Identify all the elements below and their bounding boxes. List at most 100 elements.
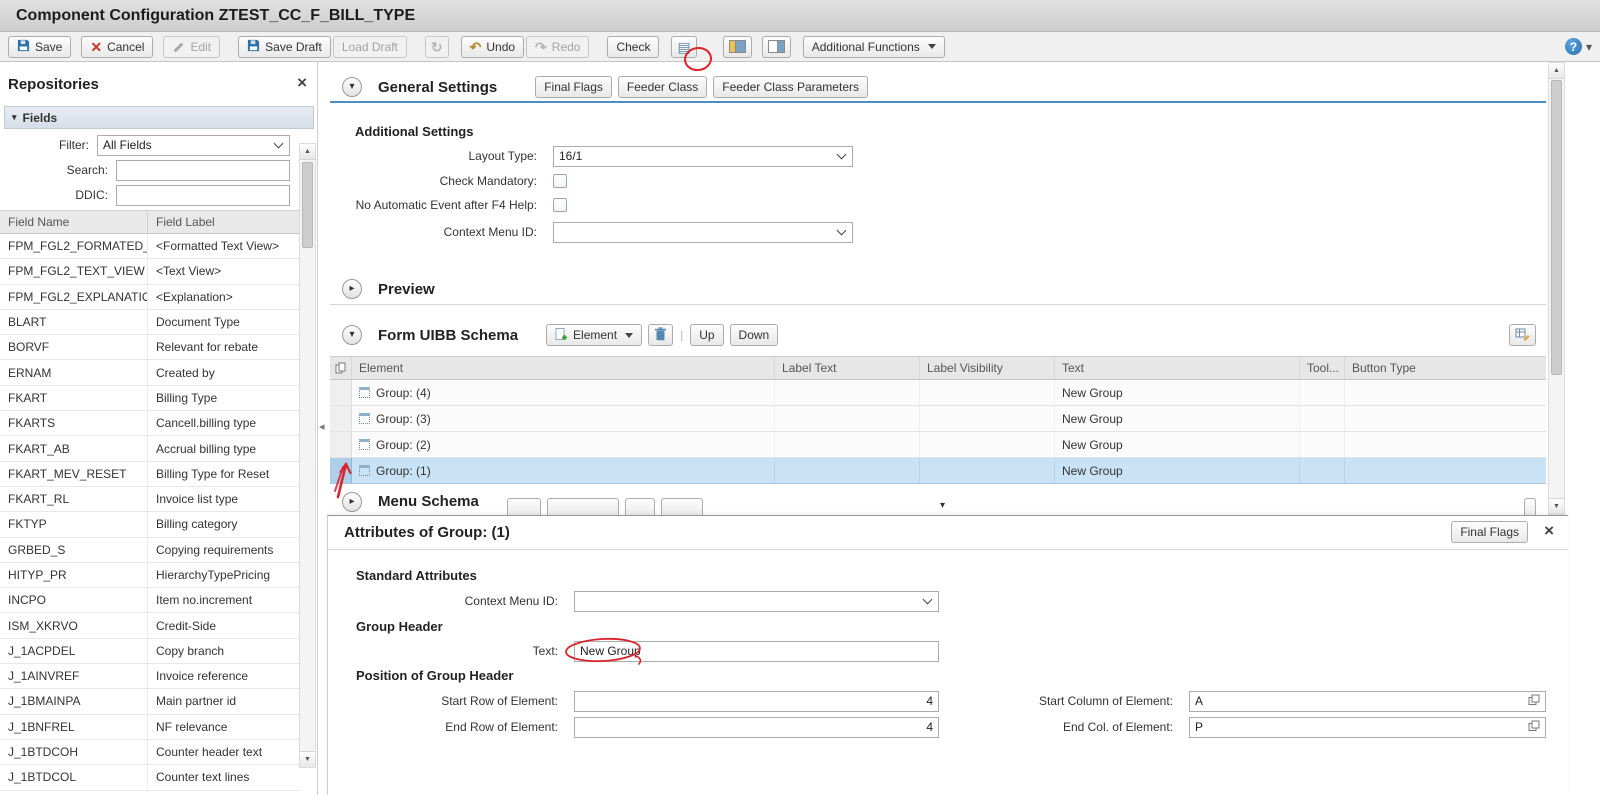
general-settings-toggle[interactable] <box>342 77 362 97</box>
row-selector-cell[interactable] <box>330 432 352 457</box>
end-col-input[interactable]: P <box>1189 717 1546 738</box>
check-mandatory-checkbox[interactable] <box>553 174 567 188</box>
preview-toggle[interactable] <box>342 279 362 299</box>
final-flags-button[interactable]: Final Flags <box>535 76 612 98</box>
check-button[interactable]: Check <box>607 36 659 58</box>
group-text-input[interactable] <box>574 641 939 662</box>
scroll-up-icon[interactable]: ▲ <box>1549 63 1564 79</box>
save-draft-button[interactable]: Save Draft <box>238 36 331 58</box>
main-scrollbar[interactable]: ▲ ▼ <box>1548 62 1565 515</box>
scrollbar-thumb[interactable] <box>302 162 313 248</box>
page-title: Component Configuration ZTEST_CC_F_BILL_… <box>16 7 415 25</box>
menu-schema-button[interactable] <box>661 498 703 516</box>
repo-table-row[interactable]: J_1BTDCOLCounter text lines <box>0 765 300 790</box>
search-input[interactable] <box>116 160 290 181</box>
table-view-button[interactable] <box>671 36 696 58</box>
repo-table-row[interactable]: BLARTDocument Type <box>0 310 300 335</box>
refresh-button[interactable] <box>425 36 449 58</box>
feeder-class-parameters-button[interactable]: Feeder Class Parameters <box>713 76 868 98</box>
final-flags-button[interactable]: Final Flags <box>1451 521 1528 543</box>
row-selector-cell[interactable] <box>330 406 352 431</box>
ddic-input[interactable] <box>116 185 290 206</box>
repo-table-row[interactable]: ERNAMCreated by <box>0 360 300 385</box>
value-help-icon[interactable] <box>1528 694 1540 709</box>
repo-table-row[interactable]: J_1ACPDELCopy branch <box>0 639 300 664</box>
redo-button[interactable]: Redo <box>526 36 589 58</box>
start-col-input[interactable]: A <box>1189 691 1546 712</box>
help-menu-chevron-icon[interactable] <box>1586 41 1592 53</box>
scrollbar-thumb[interactable] <box>1551 80 1562 375</box>
filter-dropdown[interactable]: All Fields <box>97 135 290 156</box>
repo-table-row[interactable]: ISM_XKRVOCredit-Side <box>0 613 300 638</box>
additional-functions-button[interactable]: Additional Functions <box>803 36 945 58</box>
repo-table-row[interactable]: FPM_FGL2_FORMATED_...<Formatted Text Vie… <box>0 234 300 259</box>
repo-table-row[interactable]: J_1BNFRELNF relevance <box>0 715 300 740</box>
help-button[interactable]: ? <box>1565 38 1582 55</box>
menu-schema-button[interactable] <box>507 498 541 516</box>
fields-section-header[interactable]: Fields <box>4 106 314 129</box>
ddic-label: DDIC: <box>0 188 116 202</box>
copy-icon <box>330 357 352 379</box>
end-row-input[interactable] <box>574 717 939 738</box>
schema-row[interactable]: Group: (3)New Group <box>330 406 1546 432</box>
repo-table-row[interactable]: FKTYPBilling category <box>0 512 300 537</box>
schema-row[interactable]: Group: (2)New Group <box>330 432 1546 458</box>
up-button[interactable]: Up <box>690 324 723 346</box>
repo-table-row[interactable]: J_1BMAINPAMain partner id <box>0 689 300 714</box>
row-selector-cell[interactable] <box>330 458 352 483</box>
field-label-cell: <Formatted Text View> <box>148 234 300 258</box>
undo-button[interactable]: Undo <box>461 36 524 58</box>
layout-two-button[interactable] <box>762 36 791 58</box>
down-button[interactable]: Down <box>730 324 779 346</box>
element-button[interactable]: Element <box>546 324 642 346</box>
repo-table-row[interactable]: FKARTBilling Type <box>0 386 300 411</box>
repo-table-row[interactable]: J_1AINVREFInvoice reference <box>0 664 300 689</box>
layout-one-button[interactable] <box>723 36 752 58</box>
feeder-class-button[interactable]: Feeder Class <box>618 76 707 98</box>
repo-table-row[interactable]: FPM_FGL2_EXPLANATION<Explanation> <box>0 285 300 310</box>
repo-table-row[interactable]: FKART_ABAccrual billing type <box>0 436 300 461</box>
edit-button[interactable]: Edit <box>163 36 220 58</box>
repo-table-row[interactable]: FKART_MEV_RESETBilling Type for Reset <box>0 462 300 487</box>
no-auto-event-label: No Automatic Event after F4 Help: <box>330 198 545 212</box>
menu-schema-toggle[interactable] <box>342 492 362 512</box>
repo-table-row[interactable]: BORVFRelevant for rebate <box>0 335 300 360</box>
repositories-close-icon[interactable] <box>297 74 307 91</box>
context-menu-dropdown[interactable] <box>574 591 939 612</box>
edit-icon <box>172 41 185 53</box>
repo-table-row[interactable]: FKART_RLInvoice list type <box>0 487 300 512</box>
start-row-input[interactable] <box>574 691 939 712</box>
repo-table-row[interactable]: J_1BTDCOHCounter header text <box>0 740 300 765</box>
scroll-down-icon[interactable]: ▼ <box>300 751 315 767</box>
row-selector-cell[interactable] <box>330 380 352 405</box>
no-auto-event-checkbox[interactable] <box>553 198 567 212</box>
context-menu-dropdown[interactable] <box>553 222 853 243</box>
menu-schema-button[interactable] <box>547 498 619 516</box>
schema-row[interactable]: Group: (4)New Group <box>330 380 1546 406</box>
field-name-cell: FPM_FGL2_TEXT_VIEW <box>0 259 148 283</box>
panel-collapse-icon[interactable] <box>319 422 325 433</box>
personalize-button[interactable] <box>1524 498 1536 516</box>
value-help-icon[interactable] <box>1528 720 1540 735</box>
scroll-down-icon[interactable]: ▼ <box>1549 498 1564 514</box>
scroll-up-icon[interactable]: ▲ <box>300 144 315 160</box>
repo-table-row[interactable]: GRBED_SCopying requirements <box>0 538 300 563</box>
repositories-scrollbar[interactable]: ▲ ▼ <box>299 143 316 768</box>
splitter-collapse-icon[interactable] <box>940 501 945 511</box>
form-uibb-toggle[interactable] <box>342 325 362 345</box>
save-button[interactable]: Save <box>8 36 71 58</box>
load-draft-button[interactable]: Load Draft <box>333 36 407 58</box>
personalize-button[interactable] <box>1509 324 1536 346</box>
repo-table-row[interactable]: HITYP_PRHierarchyTypePricing <box>0 563 300 588</box>
repo-table-row[interactable]: FPM_FGL2_TEXT_VIEW<Text View> <box>0 259 300 284</box>
attributes-close-icon[interactable] <box>1544 522 1554 539</box>
delete-button[interactable] <box>648 324 673 346</box>
layout-type-dropdown[interactable]: 16/1 <box>553 146 853 167</box>
tooltip-cell <box>1300 406 1345 431</box>
field-label-cell: Invoice list type <box>148 487 300 511</box>
cancel-button[interactable]: ✕ Cancel <box>81 36 153 58</box>
schema-row[interactable]: Group: (1)New Group <box>330 458 1546 484</box>
repo-table-row[interactable]: INCPOItem no.increment <box>0 588 300 613</box>
menu-schema-button[interactable] <box>625 498 655 516</box>
repo-table-row[interactable]: FKARTSCancell.billing type <box>0 411 300 436</box>
